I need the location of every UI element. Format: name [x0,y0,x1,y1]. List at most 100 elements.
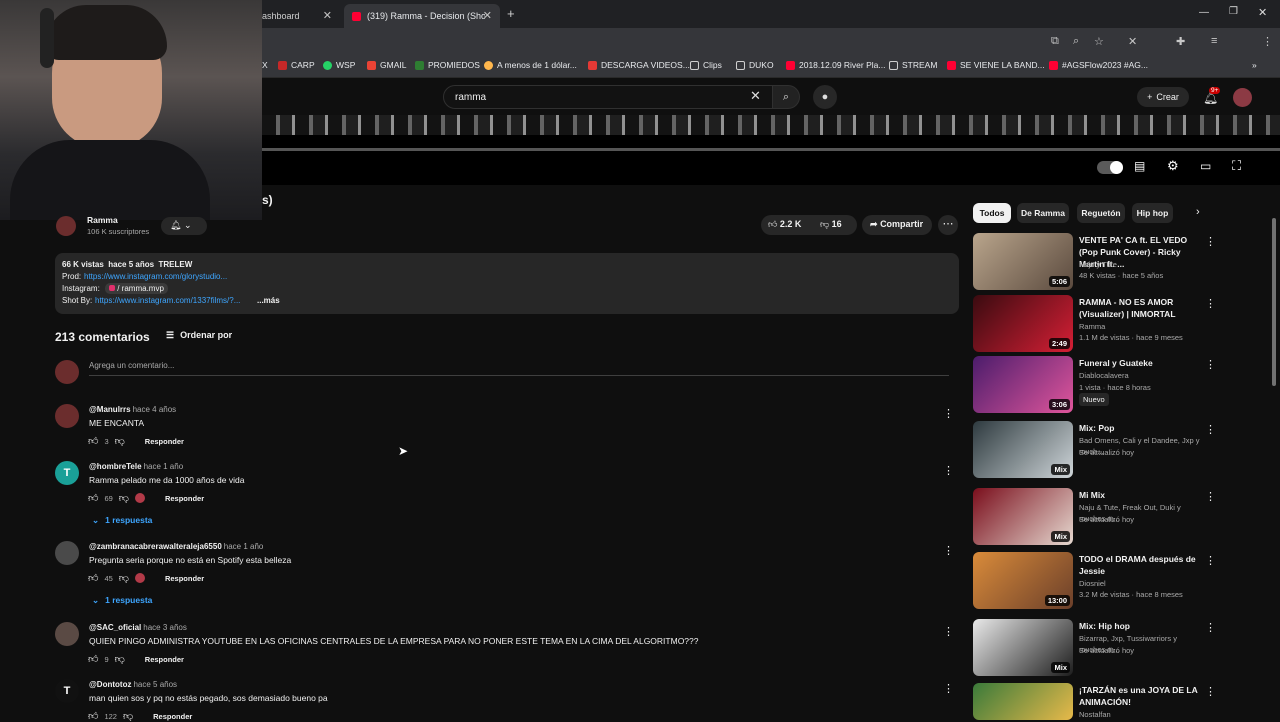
comment-time[interactable]: hace 3 años [143,623,187,632]
settings-gear-icon[interactable]: ⚙ [1167,158,1179,174]
fullscreen-icon[interactable]: ⛶ [1232,158,1241,174]
author-handle[interactable]: @Manulrrs [89,405,131,414]
scrollbar[interactable] [1272,218,1276,386]
show-more-link[interactable]: ...más [257,296,280,305]
dislike-button[interactable]: 👎︎ [119,572,129,584]
comment-author[interactable]: @zambranacabrerawalteraleja6550 hace 1 añ… [89,542,263,551]
close-window-icon[interactable]: ✕ [1258,6,1267,19]
like-button[interactable]: 👍︎ [88,572,98,584]
video-menu-icon[interactable]: ⋮ [1205,297,1216,310]
reply-button[interactable]: Responder [145,655,184,664]
cast-icon[interactable]: ⧉ [1051,35,1059,48]
video-title[interactable]: TODO el DRAMA después de Jessie [1079,553,1204,577]
author-handle[interactable]: @SAC_oficial [89,623,141,632]
video-menu-icon[interactable]: ⋮ [1205,490,1216,503]
video-menu-icon[interactable]: ⋮ [1205,621,1216,634]
view-replies-button[interactable]: ⌄ 1 respuesta [92,595,152,606]
progress-bar[interactable] [262,148,1280,151]
subtitles-icon[interactable]: ▤ [1134,159,1145,173]
comment-menu-icon[interactable]: ⋮ [943,544,954,557]
minimize-icon[interactable]: — [1199,7,1209,18]
reply-button[interactable]: Responder [165,574,204,583]
bookmark-star-icon[interactable]: ☆ [1094,35,1104,48]
browser-tab-dashboard[interactable]: ashboard ✕ [254,4,340,28]
browser-menu-icon[interactable]: ⋮ [1262,35,1273,48]
reply-button[interactable]: Responder [165,494,204,503]
commenter-avatar[interactable] [55,622,79,646]
video-menu-icon[interactable]: ⋮ [1205,685,1216,698]
comment-time[interactable]: hace 1 año [224,542,264,551]
bookmark-item[interactable]: #AGSFlow2023 #AG... [1049,60,1148,70]
video-title[interactable]: RAMMA - NO ES AMOR (Visualizer) | INMORT… [1079,296,1204,320]
channel-name[interactable]: Ramma [1079,321,1204,332]
video-thumbnail[interactable]: 2:49 [973,295,1073,352]
channel-name[interactable]: Ramma [87,215,118,225]
close-tab-icon[interactable]: ✕ [323,9,332,22]
comment-author[interactable]: @SAC_oficial hace 3 años [89,623,187,632]
video-thumbnail[interactable]: 5:06 [973,233,1073,290]
close-tab-icon[interactable]: ✕ [483,9,492,22]
video-thumbnail[interactable]: 3:06 [973,356,1073,413]
comment-author[interactable]: @Dontotoz hace 5 años [89,680,177,689]
video-thumbnail[interactable]: Mix [973,619,1073,676]
video-menu-icon[interactable]: ⋮ [1205,235,1216,248]
bookmark-item[interactable]: SE VIENE LA BAND... [947,60,1045,70]
shot-link[interactable]: https://www.instagram.com/1337films/?... [95,296,240,305]
voice-search-button[interactable]: ● [813,85,837,109]
video-title[interactable]: Mix: Pop [1079,422,1204,434]
video-thumbnail[interactable]: Mix [973,488,1073,545]
video-menu-icon[interactable]: ⋮ [1205,554,1216,567]
mute-icon[interactable]: ✕ [1128,35,1137,48]
sort-comments-button[interactable]: ☰ Ordenar por [166,330,232,341]
reply-button[interactable]: Responder [145,437,184,446]
author-handle[interactable]: @hombreTele [89,462,142,471]
like-button[interactable]: 👍︎ [88,653,98,665]
dislike-button[interactable]: 👎︎ [119,492,129,504]
comment-menu-icon[interactable]: ⋮ [943,464,954,477]
commenter-avatar[interactable]: T [55,461,79,485]
channel-name[interactable]: Diosniel [1079,578,1204,589]
search-input[interactable]: ramma [443,85,773,109]
comment-author[interactable]: @hombreTele hace 1 año [89,462,183,471]
chip-todos[interactable]: Todos [973,203,1011,223]
video-title[interactable]: Funeral y Guateke [1079,357,1204,369]
prod-link[interactable]: https://www.instagram.com/glorystudio... [84,272,227,281]
bookmark-folder[interactable]: DUKO [736,60,774,70]
create-button[interactable]: + Crear [1137,87,1189,107]
chevron-right-icon[interactable]: › [1196,206,1200,218]
video-menu-icon[interactable]: ⋮ [1205,423,1216,436]
video-thumbnail[interactable]: Mix [973,421,1073,478]
comment-time[interactable]: hace 1 año [144,462,184,471]
zoom-icon[interactable]: ⌕ [1073,35,1079,48]
chip-hip-hop[interactable]: Hip hop [1132,203,1173,223]
video-thumbnail[interactable]: 13:00 [973,552,1073,609]
channel-name[interactable]: Nostalfan [1079,709,1204,720]
like-button[interactable]: 👍︎ [88,492,98,504]
video-title[interactable]: Mi Mix [1079,489,1204,501]
bookmark-folder[interactable]: Clips [690,60,722,70]
bookmark-item[interactable]: X [262,60,268,70]
commenter-avatar[interactable] [55,541,79,565]
browser-tab-active[interactable]: (319) Ramma - Decision (Shot b ✕ [344,4,500,28]
subscription-bell-button[interactable]: 🔔︎ ⌄ [161,217,207,235]
autoplay-toggle[interactable] [1097,161,1123,174]
restore-icon[interactable]: ❐ [1229,6,1238,17]
comment-menu-icon[interactable]: ⋮ [943,407,954,420]
commenter-avatar[interactable] [55,404,79,428]
chip-reguet-n[interactable]: Reguetón [1077,203,1125,223]
comment-author[interactable]: @Manulrrs hace 4 años [89,405,176,414]
chip-de-ramma[interactable]: De Ramma [1017,203,1069,223]
new-tab-button[interactable]: + [507,6,515,21]
commenter-avatar[interactable]: T [55,679,79,703]
reply-button[interactable]: Responder [153,712,192,721]
account-avatar[interactable] [1233,88,1252,107]
bookmark-item[interactable]: CARP [278,60,315,70]
video-thumbnail[interactable] [973,683,1073,720]
comment-time[interactable]: hace 4 años [133,405,177,414]
theater-mode-icon[interactable]: ▭ [1200,159,1211,173]
view-replies-button[interactable]: ⌄ 1 respuesta [92,515,152,526]
comment-menu-icon[interactable]: ⋮ [943,682,954,695]
comment-menu-icon[interactable]: ⋮ [943,625,954,638]
add-comment-input[interactable]: Agrega un comentario... [89,361,949,376]
like-button[interactable]: 👍︎ [88,435,98,447]
